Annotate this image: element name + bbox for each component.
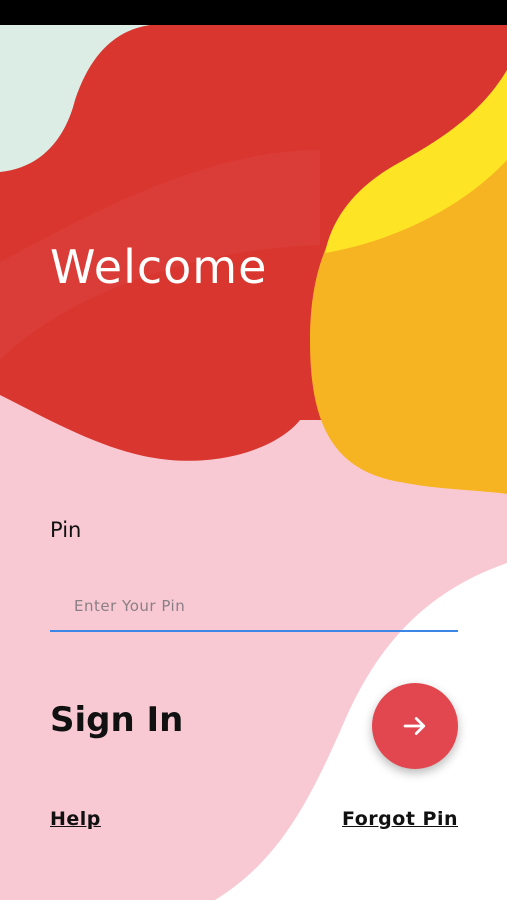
pin-label: Pin <box>50 518 82 542</box>
arrow-right-icon <box>403 717 426 735</box>
sign-in-submit-button[interactable] <box>372 683 458 769</box>
status-bar <box>0 0 507 25</box>
login-screen: Welcome Pin Sign In Help Forgot Pin <box>0 0 507 900</box>
forgot-pin-link[interactable]: Forgot Pin <box>342 808 458 830</box>
sign-in-title: Sign In <box>50 700 184 740</box>
help-link[interactable]: Help <box>50 808 101 830</box>
welcome-title: Welcome <box>50 240 268 294</box>
pin-input[interactable] <box>50 582 458 632</box>
